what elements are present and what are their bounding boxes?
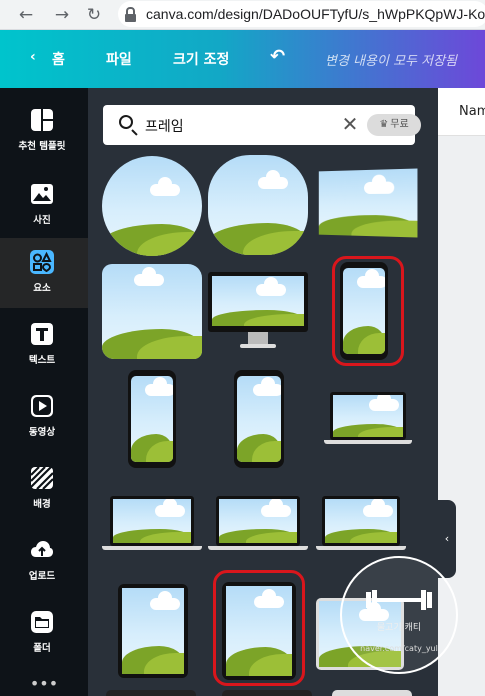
browser-toolbar: ← → ↻ canva.com/design/DADoOUFTyfU/s_hWp…	[0, 0, 485, 30]
frame-tablet[interactable]	[118, 584, 188, 678]
free-filter-badge[interactable]: ♛ 무료	[367, 114, 421, 136]
upload-icon	[31, 541, 53, 557]
sidebar-item-label: 동영상	[28, 427, 56, 438]
frame-scalloped[interactable]	[208, 155, 308, 255]
elements-icon	[30, 250, 54, 274]
sidebar-item-upload[interactable]: 업로드	[0, 526, 88, 596]
arrow-right-icon[interactable]: →	[50, 3, 74, 27]
sidebar-item-label: 요소	[33, 283, 51, 294]
collapse-panel-button[interactable]: ‹	[438, 500, 456, 578]
frame-desktop-monitor[interactable]	[208, 272, 308, 352]
resize-button[interactable]: 크기 조정	[173, 49, 229, 69]
crown-icon: ♛	[379, 119, 389, 130]
folder-icon	[31, 611, 53, 633]
search-icon	[119, 115, 133, 129]
video-icon	[31, 395, 53, 417]
home-button[interactable]: 홈	[52, 49, 65, 69]
undo-icon[interactable]: ↶	[270, 46, 285, 67]
frame-laptop[interactable]	[324, 392, 412, 446]
sidebar-item-background[interactable]: 배경	[0, 454, 88, 524]
frame-skewed[interactable]	[316, 166, 418, 240]
background-icon	[30, 466, 54, 490]
frame-phone-2[interactable]	[128, 370, 176, 468]
sidebar-item-templates[interactable]: 추천 템플릿	[0, 96, 88, 166]
save-status: 변경 내용이 모두 저장됨	[325, 54, 457, 69]
sidebar-item-label: 업로드	[28, 571, 56, 582]
editor-topbar: ‹ 홈 파일 크기 조정 ↶ 변경 내용이 모두 저장됨	[0, 30, 485, 88]
photo-icon	[31, 184, 53, 204]
sidebar-item-label: 사진	[33, 215, 51, 226]
page-name-field[interactable]: Nam	[438, 88, 485, 136]
frame-circle[interactable]	[102, 156, 202, 256]
sidebar-item-photos[interactable]: 사진	[0, 170, 88, 240]
chevron-left-icon[interactable]: ‹	[30, 49, 36, 65]
watermark-logo: 물고기 캐티 naver.com/caty_yul	[340, 556, 458, 674]
sidebar-item-video[interactable]: 동영상	[0, 382, 88, 452]
sidebar-item-elements[interactable]: 요소	[0, 238, 88, 308]
badge-label: 무료	[390, 119, 409, 130]
url-text: canva.com/design/DADoOUFTyfU/s_hWpPKQpWJ…	[146, 6, 485, 22]
frame-laptop-2[interactable]	[102, 496, 202, 552]
sidebar-item-folder[interactable]: 폴더	[0, 598, 88, 668]
frame-phone-3[interactable]	[234, 370, 284, 468]
sidebar: 추천 템플릿 사진 요소 텍스트 동영상 배경 업로드 폴더 •••	[0, 88, 88, 696]
templates-icon	[31, 109, 53, 131]
dumbbell-icon	[366, 590, 432, 610]
highlight-ring	[213, 570, 305, 686]
search-value: 프레임	[145, 119, 184, 135]
watermark-title: 물고기 캐티	[376, 623, 422, 633]
file-button[interactable]: 파일	[106, 49, 132, 69]
chevron-left-icon: ‹	[444, 532, 450, 545]
address-bar[interactable]: canva.com/design/DADoOUFTyfU/s_hWpPKQpWJ…	[118, 1, 485, 27]
frame-laptop-3[interactable]	[208, 496, 308, 552]
sidebar-item-label: 텍스트	[28, 355, 56, 366]
arrow-left-icon[interactable]: ←	[14, 3, 38, 27]
search-input[interactable]: 프레임 ✕ ♛ 무료	[103, 105, 421, 145]
more-icon[interactable]: •••	[0, 674, 88, 696]
frame-laptop-4[interactable]	[316, 496, 406, 552]
sidebar-item-label: 폴더	[33, 643, 51, 654]
sidebar-item-label: 추천 템플릿	[18, 141, 66, 152]
sidebar-item-label: 배경	[33, 499, 51, 510]
lock-icon	[125, 7, 136, 22]
frame-torn-paper[interactable]	[102, 264, 202, 359]
close-icon[interactable]: ✕	[339, 113, 361, 135]
watermark-subtitle: naver.com/caty_yul	[360, 644, 438, 653]
text-icon	[31, 323, 53, 345]
reload-icon[interactable]: ↻	[82, 3, 106, 27]
frame-partial-row[interactable]	[102, 690, 422, 696]
sidebar-item-text[interactable]: 텍스트	[0, 310, 88, 380]
